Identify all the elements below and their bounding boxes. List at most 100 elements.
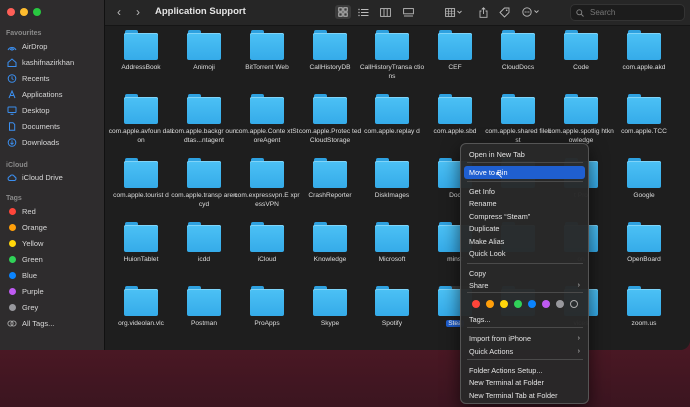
- menu-item-get-info[interactable]: Get Info: [464, 185, 585, 198]
- gallery-view-icon[interactable]: [400, 5, 416, 19]
- tag-color-dot[interactable]: [514, 300, 522, 308]
- sidebar-tag-yellow[interactable]: Yellow: [4, 236, 102, 251]
- folder-item[interactable]: CallHistoryTransa ctions: [360, 30, 424, 81]
- folder-item[interactable]: OpenBoard: [613, 222, 675, 265]
- minimize-window-button[interactable]: [20, 8, 28, 16]
- icon-view-icon[interactable]: [335, 5, 351, 19]
- tag-color-dot[interactable]: [556, 300, 564, 308]
- folder-item[interactable]: Animoji: [173, 30, 235, 73]
- tag-color-dot[interactable]: [542, 300, 550, 308]
- folder-icon: [564, 94, 598, 124]
- airdrop-icon: [7, 42, 17, 51]
- menu-item-label: Tags...: [469, 314, 491, 324]
- menu-item-copy[interactable]: Copy: [464, 267, 585, 280]
- folder-item[interactable]: com.apple.TCC: [613, 94, 675, 137]
- sidebar-tag-purple[interactable]: Purple: [4, 284, 102, 299]
- folder-name: AddressBook: [121, 64, 161, 71]
- folder-item[interactable]: HuionTablet: [110, 222, 172, 265]
- folder-item[interactable]: com.expressvpn.E xpressVPN: [234, 158, 300, 209]
- menu-item-new-terminal-at-folder[interactable]: New Terminal at Folder: [464, 377, 585, 390]
- sidebar-tag-blue[interactable]: Blue: [4, 268, 102, 283]
- close-window-button[interactable]: [7, 8, 15, 16]
- sidebar-item-home[interactable]: kashifnazirkhan: [4, 55, 102, 70]
- menu-item-folder-actions-setup[interactable]: Folder Actions Setup...: [464, 364, 585, 377]
- folder-item[interactable]: com.apple.Conte xtStoreAgent: [235, 94, 299, 145]
- sidebar-item-icloud-drive[interactable]: iCloud Drive: [4, 170, 102, 185]
- menu-item-rename[interactable]: Rename: [464, 198, 585, 211]
- sidebar-tag-green[interactable]: Green: [4, 252, 102, 267]
- folder-item[interactable]: com.apple.spotlig htknowledge: [548, 94, 614, 145]
- sidebar-item-documents[interactable]: Documents: [4, 119, 102, 134]
- sidebar-tag-grey[interactable]: Grey: [4, 300, 102, 315]
- menu-item-share[interactable]: Share ›: [464, 280, 585, 293]
- folder-item[interactable]: com.apple.avfoun dation: [109, 94, 173, 145]
- menu-item-new-terminal-tab-at-folder[interactable]: New Terminal Tab at Folder: [464, 389, 585, 402]
- folder-item[interactable]: CallHistoryDB: [299, 30, 361, 73]
- folder-item[interactable]: com.apple.sbd: [424, 94, 486, 137]
- tag-color-dot[interactable]: [500, 300, 508, 308]
- sidebar-item-label: iCloud Drive: [22, 173, 63, 182]
- sidebar-tag-orange[interactable]: Orange: [4, 220, 102, 235]
- folder-item[interactable]: AddressBook: [110, 30, 172, 73]
- tag-icon[interactable]: [496, 5, 512, 19]
- sidebar-item-applications[interactable]: Applications: [4, 87, 102, 102]
- folder-item[interactable]: com.apple.backgr oundtas...ntagent: [172, 94, 236, 145]
- folder-item[interactable]: BitTorrent Web: [236, 30, 298, 73]
- folder-item[interactable]: ProApps: [236, 286, 298, 329]
- folder-item[interactable]: com.apple.shared filelist: [485, 94, 551, 145]
- folder-item[interactable]: Microsoft: [361, 222, 423, 265]
- tag-color-dot[interactable]: [486, 300, 494, 308]
- menu-item-duplicate[interactable]: Duplicate: [464, 223, 585, 236]
- menu-item-import-from-iphone[interactable]: Import from iPhone ›: [464, 332, 585, 345]
- menu-item-tags[interactable]: Tags...: [464, 313, 585, 326]
- folder-item[interactable]: com.apple.tourist d: [110, 158, 172, 201]
- folder-item[interactable]: Skype: [299, 286, 361, 329]
- search-field[interactable]: Search: [570, 4, 685, 21]
- folder-item[interactable]: Code: [550, 30, 612, 73]
- chevron-left-icon[interactable]: ‹: [117, 5, 121, 19]
- column-view-icon[interactable]: [377, 5, 393, 19]
- sidebar-tag-all[interactable]: All Tags...: [4, 316, 102, 331]
- sidebar-item-airdrop[interactable]: AirDrop: [4, 39, 102, 54]
- zoom-window-button[interactable]: [33, 8, 41, 16]
- folder-icon: [564, 30, 598, 60]
- folder-item[interactable]: Postman: [173, 286, 235, 329]
- more-actions-icon[interactable]: [520, 5, 542, 19]
- tag-color-dot[interactable]: [528, 300, 536, 308]
- toolbar: ‹ › Application Support Search: [105, 0, 690, 26]
- menu-item-quick-actions[interactable]: Quick Actions ›: [464, 345, 585, 358]
- menu-item-open-in-new-tab[interactable]: Open in New Tab: [464, 148, 585, 161]
- folder-item[interactable]: Google: [613, 158, 675, 201]
- chevron-right-icon[interactable]: ›: [136, 5, 140, 19]
- sidebar-item-label: Recents: [22, 74, 50, 83]
- sidebar-item-desktop[interactable]: Desktop: [4, 103, 102, 118]
- folder-item[interactable]: CrashReporter: [299, 158, 361, 201]
- folder-item[interactable]: DiskImages: [361, 158, 423, 201]
- list-view-icon[interactable]: [355, 5, 371, 19]
- menu-item-compress-steam[interactable]: Compress “Steam”: [464, 210, 585, 223]
- folder-item[interactable]: com.apple.Protec tedCloudStorage: [299, 94, 361, 145]
- menu-item-quick-look[interactable]: Quick Look: [464, 248, 585, 261]
- folder-item[interactable]: com.apple.transp arencyd: [171, 158, 237, 209]
- group-by-icon[interactable]: [443, 5, 465, 19]
- folder-item[interactable]: org.videolan.vlc: [110, 286, 172, 329]
- folder-icon: [124, 158, 158, 188]
- sidebar-item-recents[interactable]: Recents: [4, 71, 102, 86]
- folder-item[interactable]: com.apple.replay d: [361, 94, 423, 137]
- folder-item[interactable]: com.apple.akd: [613, 30, 675, 73]
- tag-color-dot[interactable]: [570, 300, 578, 308]
- menu-item-make-alias[interactable]: Make Alias: [464, 235, 585, 248]
- sidebar-item-downloads[interactable]: Downloads: [4, 135, 102, 150]
- folder-item[interactable]: zoom.us: [613, 286, 675, 329]
- tag-color-dot[interactable]: [472, 300, 480, 308]
- folder-item[interactable]: Spotify: [361, 286, 423, 329]
- folder-item[interactable]: CEF: [424, 30, 486, 73]
- folder-item[interactable]: iCloud: [236, 222, 298, 265]
- folder-item[interactable]: CloudDocs: [487, 30, 549, 73]
- menu-item-move-to-bin[interactable]: Move to Bin: [464, 166, 585, 179]
- share-icon[interactable]: [475, 5, 491, 19]
- folder-item[interactable]: Knowledge: [299, 222, 361, 265]
- sidebar-tag-red[interactable]: Red: [4, 204, 102, 219]
- folder-item[interactable]: icdd: [173, 222, 235, 265]
- menu-item-label: Compress “Steam”: [469, 211, 531, 221]
